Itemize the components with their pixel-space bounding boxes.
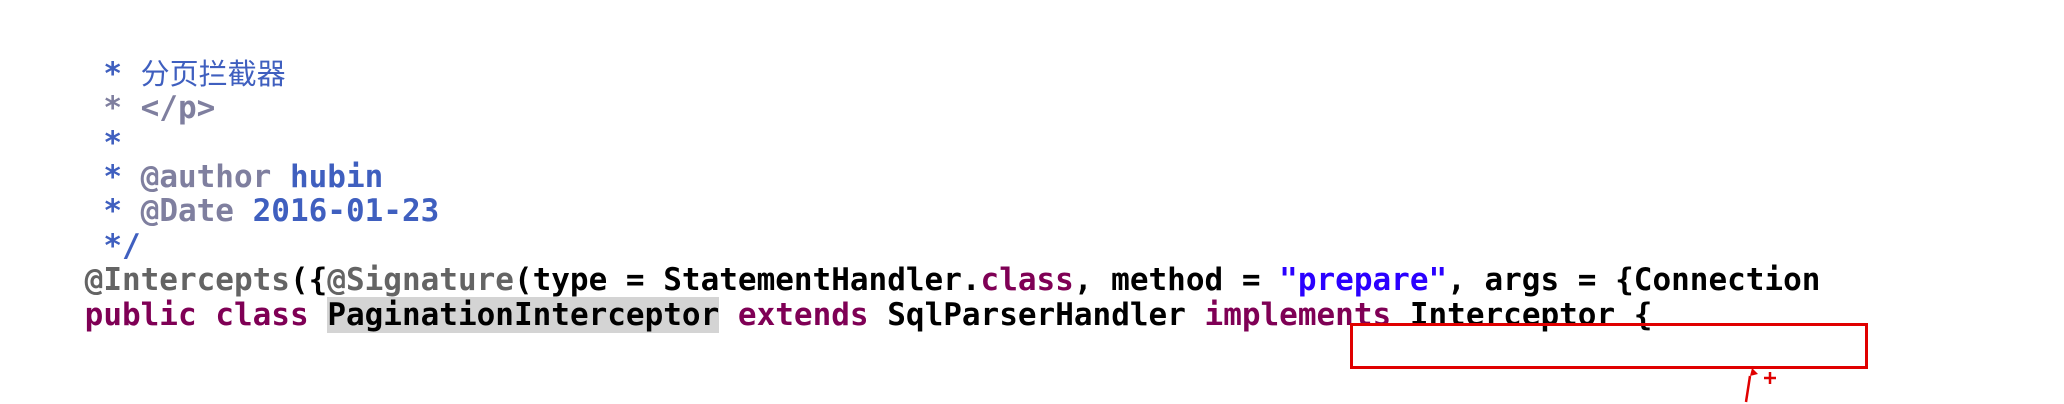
red-arrow-icon [1744,368,1776,403]
code-line-7[interactable]: @Intercepts({@Signature(type = Statement… [10,220,1821,298]
code-token: extends [737,297,869,333]
red-highlight-box [1350,323,1868,369]
code-token: class [215,297,309,333]
code-token: SqlParserHandler [868,297,1205,333]
code-editor[interactable]: * 分页拦截器 * </p> * * @author hubin * @Date… [0,0,2064,404]
code-token-highlighted: PaginationInterceptor [327,297,720,333]
code-token: public [84,297,197,333]
code-line-2[interactable]: * </p> [10,48,215,126]
code-line-8[interactable]: public class PaginationInterceptor exten… [10,255,1652,333]
code-line-5[interactable]: * @Date 2016-01-23 [10,151,439,229]
